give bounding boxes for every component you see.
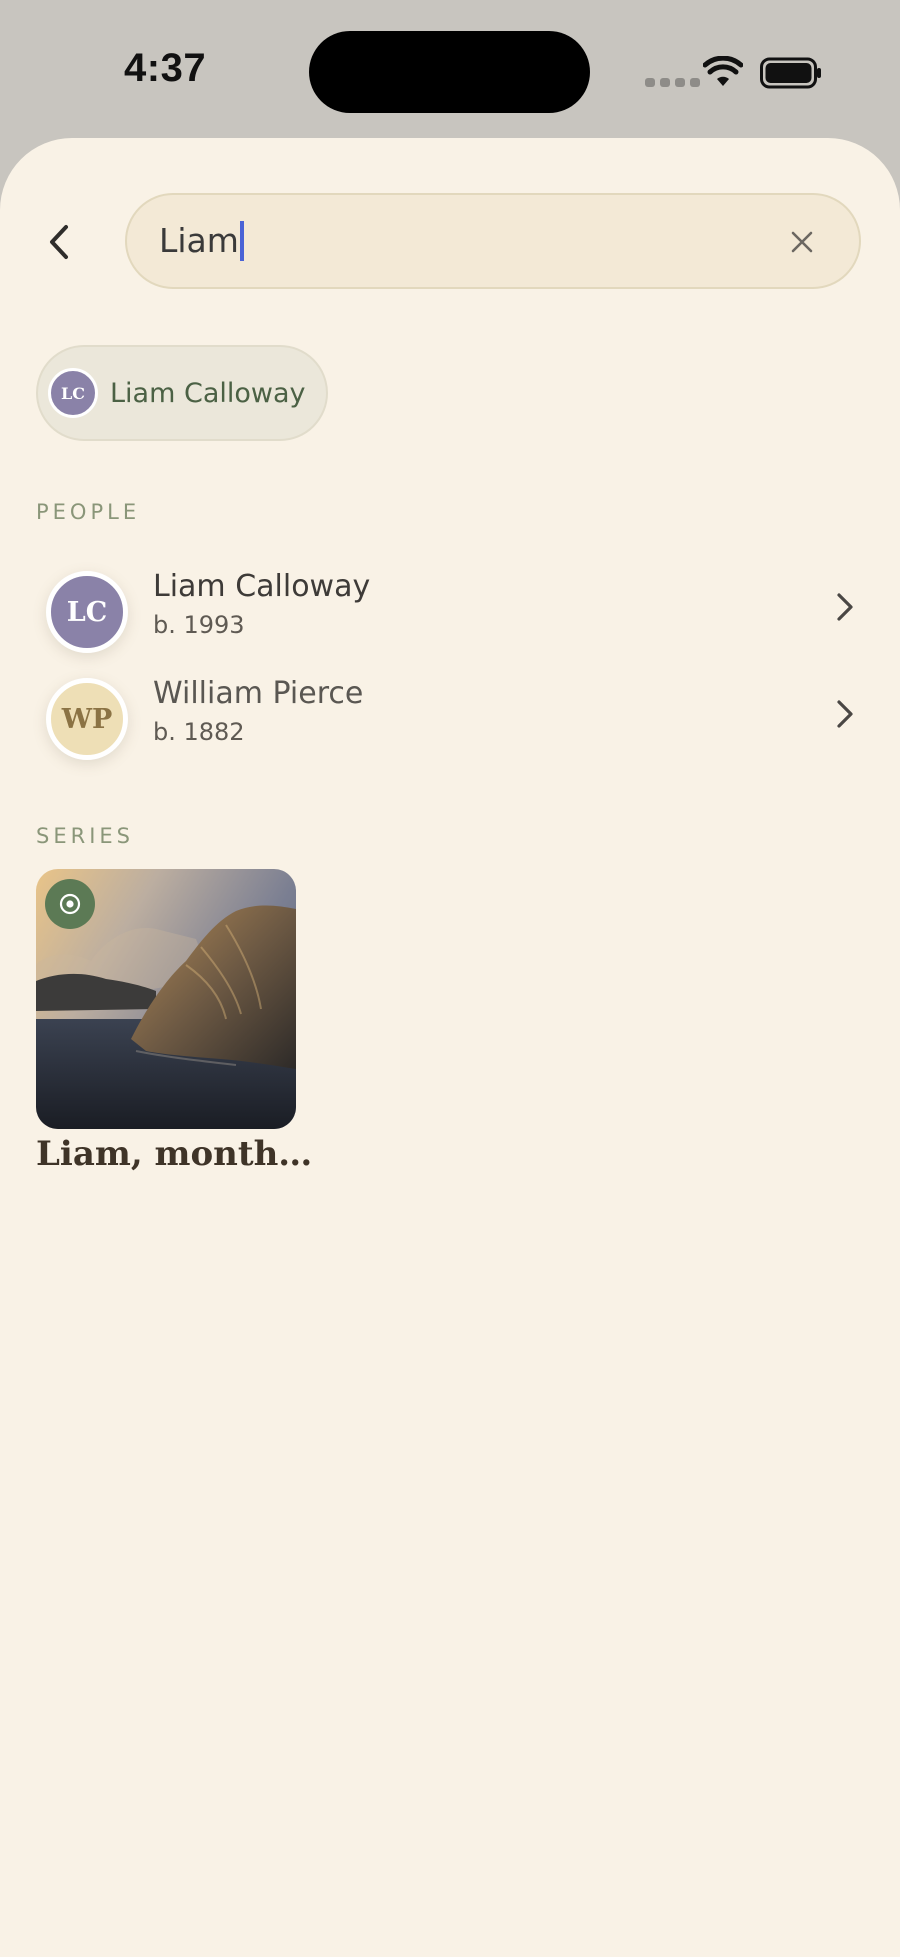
chevron-right-icon — [837, 700, 853, 728]
status-bar: 4:37 — [0, 0, 900, 140]
series-section-label: SERIES — [36, 824, 134, 848]
chip-avatar: LC — [48, 368, 98, 418]
chip-label: Liam Calloway — [110, 377, 306, 409]
back-button[interactable] — [34, 214, 84, 270]
close-icon[interactable] — [785, 225, 819, 259]
chevron-right-icon — [837, 593, 853, 621]
chevron-left-icon — [50, 225, 68, 259]
selected-person-chip[interactable]: LC Liam Calloway — [36, 345, 328, 441]
series-title[interactable]: Liam, month… — [36, 1134, 312, 1174]
battery-icon — [760, 57, 821, 89]
wifi-icon — [703, 56, 743, 86]
dynamic-island — [309, 31, 590, 113]
person-birth-year: b. 1882 — [153, 718, 245, 746]
status-time: 4:37 — [124, 46, 207, 90]
person-name: Liam Calloway — [153, 569, 371, 604]
person-name: William Pierce — [153, 676, 364, 711]
person-row-liam-calloway[interactable]: LC Liam Calloway b. 1993 — [36, 565, 862, 665]
search-query-text: Liam — [159, 221, 239, 260]
person-birth-year: b. 1993 — [153, 611, 245, 639]
series-card[interactable] — [36, 869, 296, 1129]
text-caret — [239, 221, 244, 261]
search-input-value[interactable]: Liam — [159, 217, 244, 265]
search-input[interactable]: Liam — [125, 193, 861, 289]
avatar: LC — [46, 571, 128, 653]
cellular-signal-icon — [645, 78, 700, 87]
person-row-william-pierce[interactable]: WP William Pierce b. 1882 — [36, 672, 862, 772]
target-icon — [45, 879, 95, 929]
avatar: WP — [46, 678, 128, 760]
people-section-label: PEOPLE — [36, 500, 141, 524]
